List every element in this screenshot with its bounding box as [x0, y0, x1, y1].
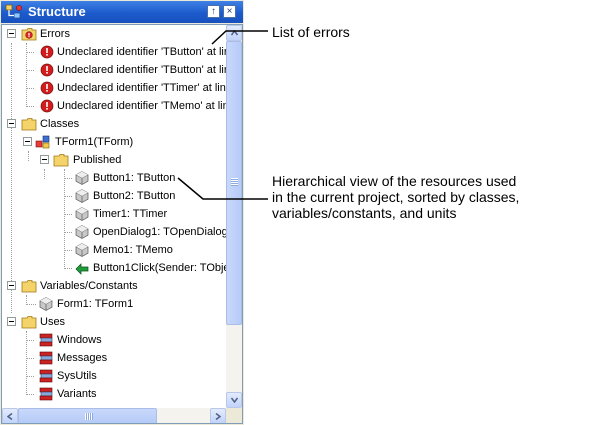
- callout-hierarchy: Hierarchical view of the resources used …: [272, 173, 520, 221]
- callout-errors: List of errors: [272, 24, 350, 40]
